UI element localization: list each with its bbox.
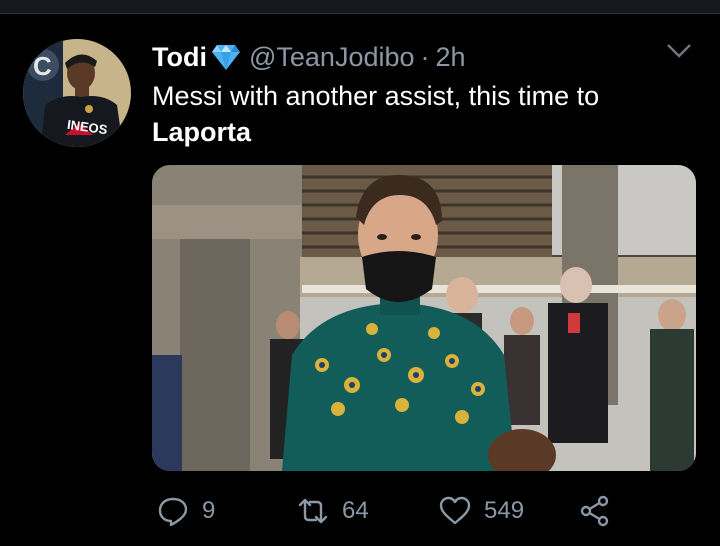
like-count: 549 [484, 497, 525, 524]
tweet-text: Messi with another assist, this time to … [152, 78, 692, 150]
retweet-button[interactable]: 64 [296, 490, 369, 532]
reply-button[interactable]: 9 [156, 490, 215, 532]
timestamp[interactable]: 2h [436, 42, 466, 73]
share-icon [580, 495, 609, 527]
avatar[interactable]: C INEOS [23, 39, 131, 147]
action-bar: 9 64 549 [152, 490, 622, 532]
tweet-header: Todi @TeanJodibo · 2h [152, 39, 466, 75]
retweet-count: 64 [342, 497, 369, 524]
author-name[interactable]: Todi [152, 42, 207, 73]
tweet-text-mention[interactable]: Laporta [152, 114, 692, 150]
heart-icon [439, 496, 471, 525]
share-button[interactable] [578, 490, 624, 532]
like-button[interactable]: 549 [438, 490, 524, 532]
separator-dot: · [420, 41, 430, 72]
reply-icon [158, 497, 188, 527]
avatar-image: C INEOS [23, 39, 131, 147]
retweet-icon [298, 498, 328, 524]
chevron-down-icon[interactable] [666, 42, 692, 60]
tweet-text-line: Messi with another assist, this time to [152, 81, 600, 111]
tweet-media[interactable] [152, 165, 696, 471]
svg-text:C: C [33, 51, 52, 81]
diamond-icon [211, 43, 241, 71]
author-handle[interactable]: @TeanJodibo [249, 42, 415, 73]
reply-count: 9 [202, 497, 216, 524]
photo-image [152, 165, 696, 471]
top-bar [0, 0, 720, 14]
